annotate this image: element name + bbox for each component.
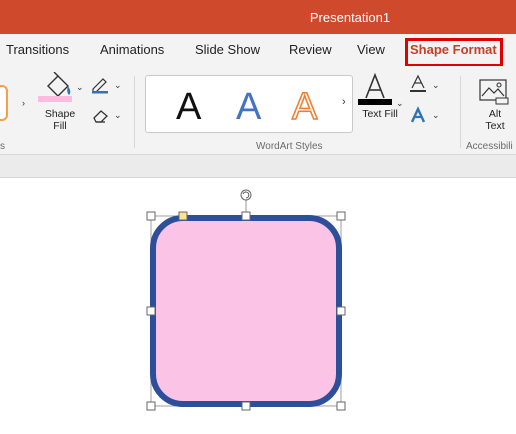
resize-handle[interactable] xyxy=(146,211,156,221)
shape-fill-button[interactable]: Shape Fill xyxy=(36,70,86,134)
resize-handle[interactable] xyxy=(336,211,346,221)
group-separator xyxy=(460,76,461,148)
alt-text-icon xyxy=(479,79,509,105)
resize-handle[interactable] xyxy=(241,211,251,221)
tab-transitions[interactable]: Transitions xyxy=(6,42,69,57)
alt-text-label-line1: Alt xyxy=(488,108,502,120)
tab-view[interactable]: View xyxy=(357,42,385,57)
eraser-icon[interactable] xyxy=(90,108,110,124)
resize-handle[interactable] xyxy=(336,401,346,411)
corner-radius-adjust-handle[interactable] xyxy=(178,211,188,221)
text-effects-dropdown-icon[interactable]: ⌄ xyxy=(432,110,440,121)
accessibility-group-label: Accessibili xyxy=(466,141,513,152)
text-fill-button[interactable]: Text Fill xyxy=(356,70,400,130)
tab-animations[interactable]: Animations xyxy=(100,42,164,57)
selected-rounded-rectangle[interactable] xyxy=(140,186,360,420)
gallery-more-chevron-icon[interactable]: › xyxy=(342,96,346,108)
rounded-rectangle-shape[interactable] xyxy=(150,215,342,407)
alt-text-button[interactable]: Alt Text xyxy=(474,72,516,134)
resize-handle[interactable] xyxy=(336,306,346,316)
text-fill-a-icon xyxy=(358,72,392,105)
text-fill-dropdown-icon[interactable]: ⌄ xyxy=(396,98,404,109)
chevron-right-icon[interactable]: › xyxy=(22,98,25,108)
shape-outline-dropdown-icon[interactable]: ⌄ xyxy=(114,80,122,91)
title-bar: Presentation1 xyxy=(0,0,516,34)
resize-handle[interactable] xyxy=(146,401,156,411)
text-outline-icon[interactable] xyxy=(408,74,428,94)
wordart-style-black[interactable]: A xyxy=(176,86,201,129)
wordart-style-blue[interactable]: A xyxy=(236,86,261,129)
shape-styles-group-label: s xyxy=(0,141,5,152)
alt-text-label-line2: Text xyxy=(485,120,505,132)
shape-fill-swatch xyxy=(38,96,72,102)
pen-icon[interactable] xyxy=(90,76,110,94)
wordart-style-orange-outline[interactable]: A xyxy=(291,85,318,129)
shape-fill-label-line1: Shape xyxy=(44,108,76,120)
group-separator xyxy=(134,76,135,148)
tab-slide-show[interactable]: Slide Show xyxy=(195,42,260,57)
window-title: Presentation1 xyxy=(309,10,391,25)
text-outline-dropdown-icon[interactable]: ⌄ xyxy=(432,80,440,91)
resize-handle[interactable] xyxy=(146,306,156,316)
tab-highlight-box xyxy=(405,38,503,67)
wordart-styles-group-label: WordArt Styles xyxy=(256,141,323,152)
text-effects-icon[interactable] xyxy=(408,106,428,126)
shape-fill-label-line2: Fill xyxy=(53,120,67,132)
resize-handle[interactable] xyxy=(241,401,251,411)
shape-effects-dropdown-icon[interactable]: ⌄ xyxy=(114,110,122,121)
ribbon-collapse-strip xyxy=(0,155,516,178)
tab-review[interactable]: Review xyxy=(289,42,332,57)
shape-fill-dropdown-icon[interactable]: ⌄ xyxy=(76,82,84,93)
shape-style-thumbnail[interactable] xyxy=(0,85,8,121)
text-fill-label: Text Fill xyxy=(362,108,398,120)
